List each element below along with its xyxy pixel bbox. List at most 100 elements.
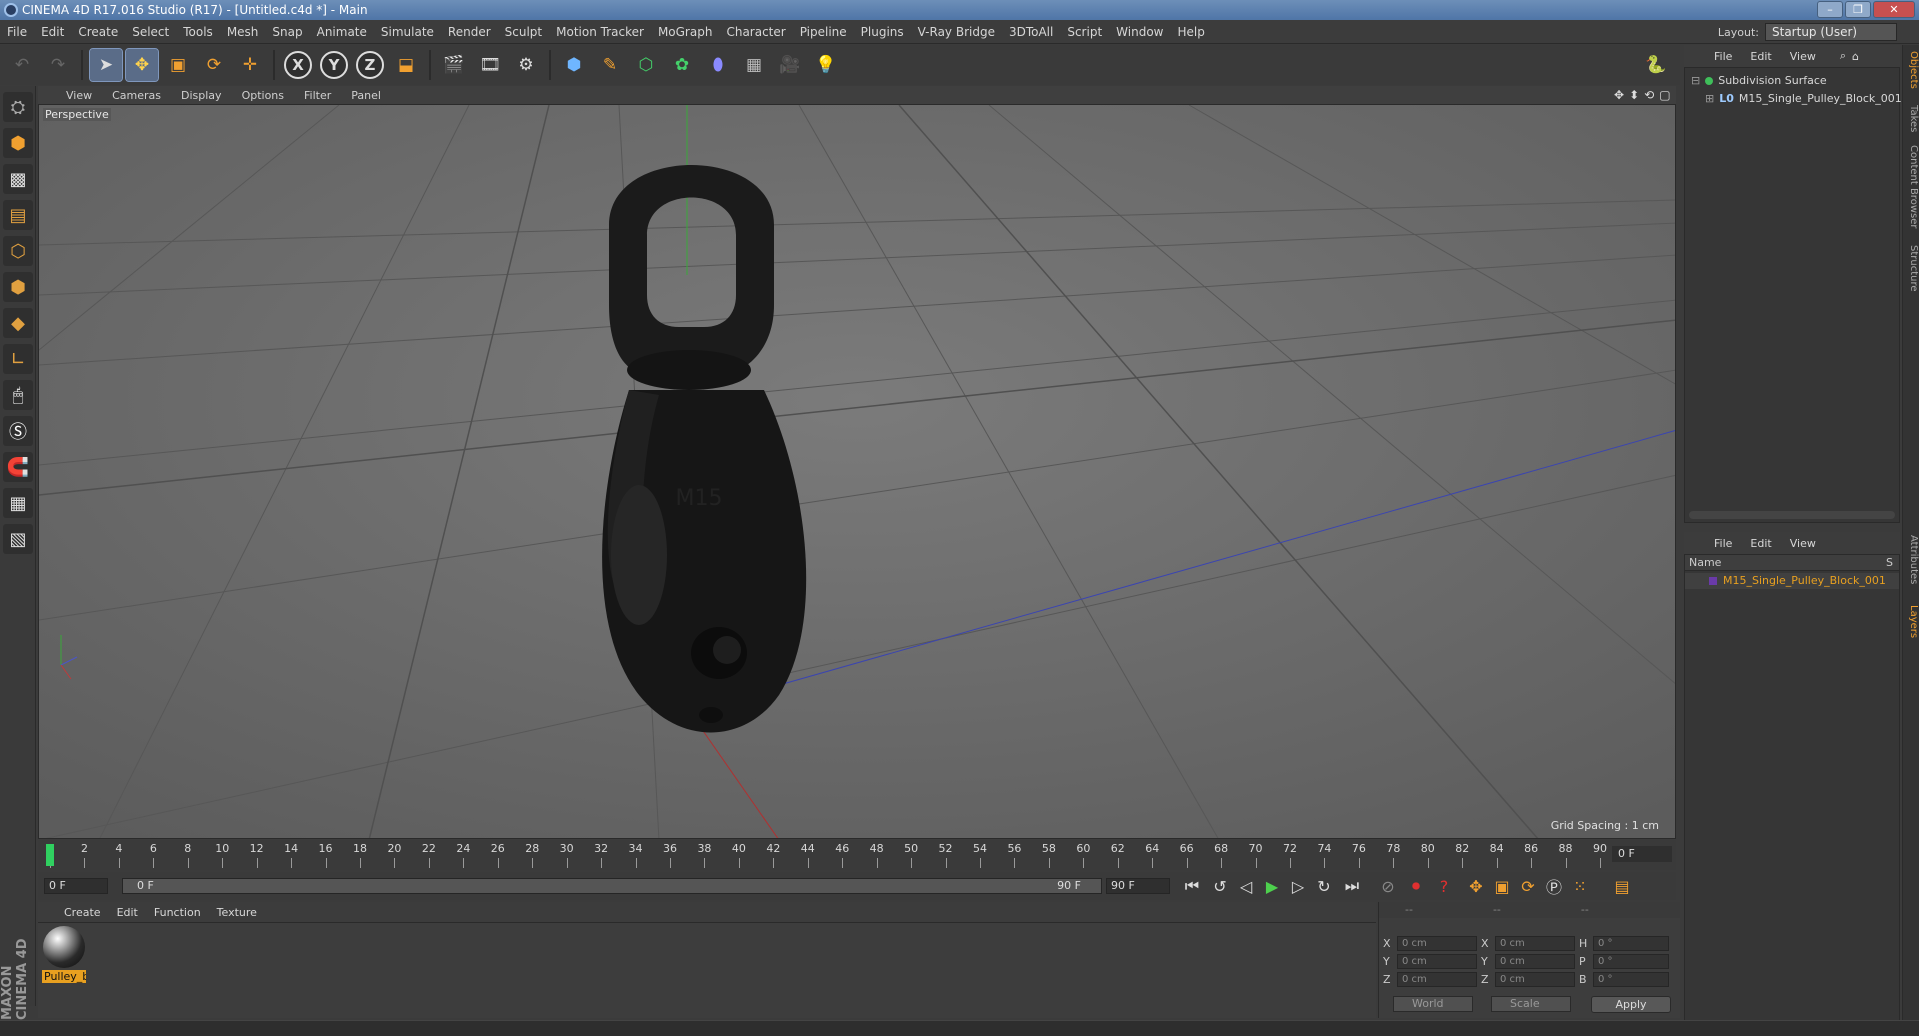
menu-create[interactable]: Create <box>71 25 125 39</box>
menu-simulate[interactable]: Simulate <box>374 25 441 39</box>
workplane-lock-icon[interactable]: ▦ <box>3 488 33 518</box>
layer-row[interactable]: M15_Single_Pulley_Block_001 <box>1685 573 1899 589</box>
size-z-field[interactable]: 0 cm <box>1495 972 1575 987</box>
end-frame-field[interactable]: 90 F <box>1106 878 1170 894</box>
home-icon[interactable]: ⌂ <box>1852 50 1859 63</box>
render-settings-icon[interactable]: ⚙ <box>510 49 542 81</box>
render-picture-viewer-icon[interactable]: 🎞 <box>474 49 506 81</box>
material-menu-create[interactable]: Create <box>64 906 101 919</box>
menu-edit[interactable]: Edit <box>34 25 71 39</box>
position-x-field[interactable]: 0 cm <box>1397 936 1477 951</box>
menu-render[interactable]: Render <box>441 25 498 39</box>
magnet-icon[interactable]: 🧲 <box>3 452 33 482</box>
layer-menu-edit[interactable]: Edit <box>1750 537 1771 550</box>
object-menu-view[interactable]: View <box>1790 50 1816 63</box>
previous-key-icon[interactable]: ↺ <box>1208 875 1232 897</box>
search-icon[interactable]: ⌕ <box>1840 49 1846 63</box>
key-rotation-icon[interactable]: ⟳ <box>1516 875 1540 897</box>
snapping-icon[interactable]: Ⓢ <box>3 416 33 446</box>
object-menu-file[interactable]: File <box>1714 50 1732 63</box>
key-parameter-icon[interactable]: Ⓟ <box>1542 875 1566 897</box>
tab-objects[interactable]: Objects <box>1904 51 1919 89</box>
record-active-icon[interactable]: ⏺ <box>1404 875 1428 897</box>
cube-primitive-icon[interactable]: ⬢ <box>558 49 590 81</box>
menu-motion-tracker[interactable]: Motion Tracker <box>549 25 651 39</box>
tweak-mode-icon[interactable]: 🖱 <box>3 380 33 410</box>
previous-frame-icon[interactable]: ◁ <box>1234 875 1258 897</box>
menu-plugins[interactable]: Plugins <box>854 25 911 39</box>
layer-menu-view[interactable]: View <box>1790 537 1816 550</box>
menu-sculpt[interactable]: Sculpt <box>498 25 549 39</box>
rotation-b-field[interactable]: 0 ° <box>1593 972 1669 987</box>
current-frame-field[interactable]: 0 F <box>1612 846 1672 862</box>
autokey-icon[interactable]: ? <box>1432 875 1456 897</box>
menu-file[interactable]: File <box>0 25 34 39</box>
rotation-h-field[interactable]: 0 ° <box>1593 936 1669 951</box>
cloner-icon[interactable]: ✿ <box>666 49 698 81</box>
texture-mode-icon[interactable]: ▩ <box>3 164 33 194</box>
viewport-menu-view[interactable]: View <box>66 89 92 102</box>
move-tool-icon[interactable]: ✥ <box>125 48 159 82</box>
go-to-start-icon[interactable]: ⏮ <box>1180 875 1204 897</box>
floor-icon[interactable]: ▦ <box>738 49 770 81</box>
menu-window[interactable]: Window <box>1109 25 1170 39</box>
points-mode-icon[interactable]: ⬡ <box>3 236 33 266</box>
next-frame-icon[interactable]: ▷ <box>1286 875 1310 897</box>
playhead[interactable] <box>46 844 54 866</box>
viewport-menu-display[interactable]: Display <box>181 89 222 102</box>
material-menu-texture[interactable]: Texture <box>217 906 257 919</box>
z-axis-lock-icon[interactable]: Z <box>354 49 386 81</box>
viewport-menu-cameras[interactable]: Cameras <box>112 89 161 102</box>
x-axis-lock-icon[interactable]: X <box>282 49 314 81</box>
y-axis-lock-icon[interactable]: Y <box>318 49 350 81</box>
python-icon[interactable]: 🐍 <box>1640 49 1672 81</box>
start-frame-field[interactable]: 0 F <box>44 878 108 894</box>
menu-help[interactable]: Help <box>1170 25 1211 39</box>
tab-takes[interactable]: Takes <box>1904 105 1919 132</box>
key-scale-icon[interactable]: ▣ <box>1490 875 1514 897</box>
menu-tools[interactable]: Tools <box>176 25 220 39</box>
viewport-menu-options[interactable]: Options <box>242 89 284 102</box>
key-position-icon[interactable]: ✥ <box>1464 875 1488 897</box>
rotation-p-field[interactable]: 0 ° <box>1593 954 1669 969</box>
material-menu-function[interactable]: Function <box>154 906 201 919</box>
deformer-icon[interactable]: ⬮ <box>702 49 734 81</box>
expand-toggle-icon[interactable]: ⊞ <box>1705 92 1714 105</box>
workplane-mode-icon[interactable]: ▤ <box>3 200 33 230</box>
viewport-menu-panel[interactable]: Panel <box>351 89 381 102</box>
viewport-maximize-icon[interactable]: ▢ <box>1659 88 1670 102</box>
undo-icon[interactable]: ↶ <box>6 49 38 81</box>
menu-character[interactable]: Character <box>719 25 792 39</box>
tab-content-browser[interactable]: Content Browser <box>1904 145 1919 228</box>
tab-layers[interactable]: Layers <box>1904 605 1919 638</box>
scale-tool-icon[interactable]: ▣ <box>162 49 194 81</box>
coordinate-system-icon[interactable]: ⬓ <box>390 49 422 81</box>
position-z-field[interactable]: 0 cm <box>1397 972 1477 987</box>
workplane-rotate-icon[interactable]: ▧ <box>3 524 33 554</box>
light-icon[interactable]: 💡 <box>810 49 842 81</box>
record-keys-icon[interactable]: ⊘ <box>1376 875 1400 897</box>
object-menu-edit[interactable]: Edit <box>1750 50 1771 63</box>
viewport-zoom-icon[interactable]: ⬍ <box>1629 88 1639 102</box>
model-mode-icon[interactable]: ⬢ <box>3 128 33 158</box>
viewport-menu-filter[interactable]: Filter <box>304 89 331 102</box>
layer-menu-file[interactable]: File <box>1714 537 1732 550</box>
polygons-mode-icon[interactable]: ◆ <box>3 308 33 338</box>
horizontal-scrollbar[interactable] <box>1689 511 1895 519</box>
perspective-viewport[interactable]: M15 Perspective Grid Spacing : 1 cm <box>38 104 1676 839</box>
viewport-move-icon[interactable]: ✥ <box>1614 88 1624 102</box>
menu-pipeline[interactable]: Pipeline <box>793 25 854 39</box>
subdivision-surface-icon[interactable]: ⬡ <box>630 49 662 81</box>
camera-icon[interactable]: 🎥 <box>774 49 806 81</box>
edges-mode-icon[interactable]: ⬢ <box>3 272 33 302</box>
size-x-field[interactable]: 0 cm <box>1495 936 1575 951</box>
viewport-rotate-icon[interactable]: ⟲ <box>1644 88 1654 102</box>
size-y-field[interactable]: 0 cm <box>1495 954 1575 969</box>
next-key-icon[interactable]: ↻ <box>1312 875 1336 897</box>
rotate-tool-icon[interactable]: ⟳ <box>198 49 230 81</box>
expand-toggle-icon[interactable]: ⊟ <box>1691 74 1700 87</box>
frame-range-slider[interactable]: 0 F 90 F <box>122 878 1102 894</box>
tab-attributes[interactable]: Attributes <box>1904 535 1919 584</box>
position-y-field[interactable]: 0 cm <box>1397 954 1477 969</box>
layout-select[interactable]: Startup (User) <box>1765 23 1897 41</box>
